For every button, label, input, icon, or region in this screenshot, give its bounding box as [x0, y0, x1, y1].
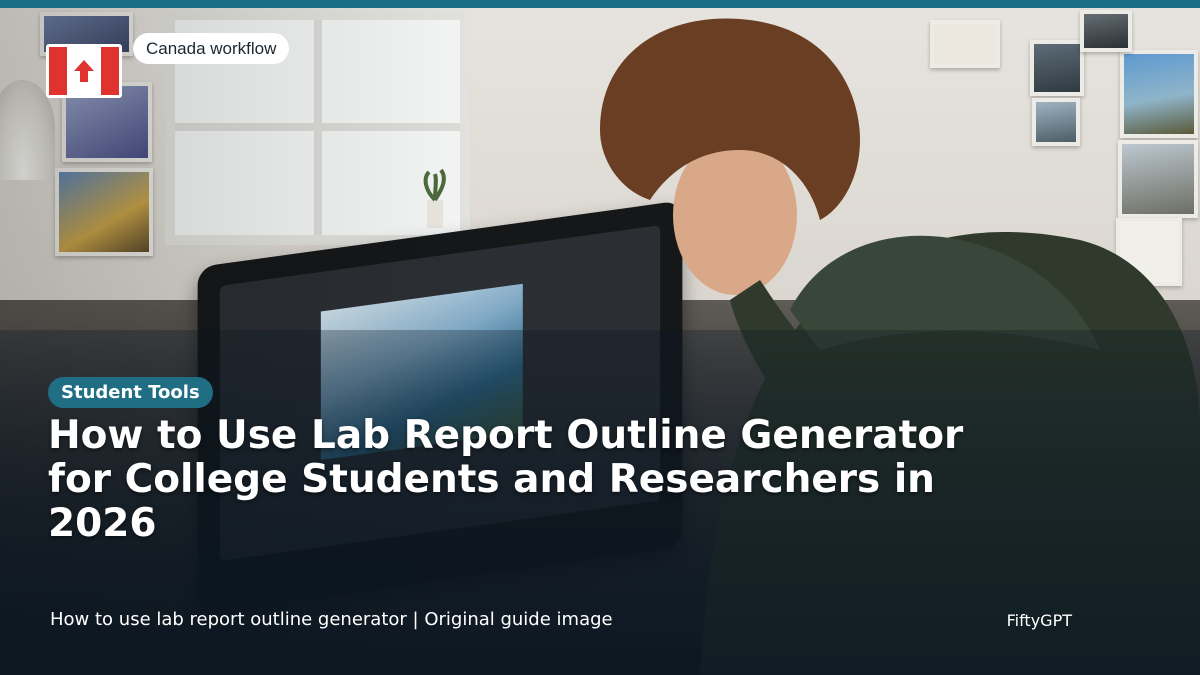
canada-flag-icon: [46, 44, 122, 98]
flag-right-band: [101, 47, 119, 95]
category-badge[interactable]: Student Tools: [48, 377, 213, 408]
brand-name: FiftyGPT: [1006, 611, 1072, 630]
article-title: How to Use Lab Report Outline Generator …: [48, 413, 964, 546]
flag-left-band: [49, 47, 67, 95]
image-caption: How to use lab report outline generator …: [50, 609, 613, 630]
hero-banner: Canada workflow Student Tools How to Use…: [0, 0, 1200, 675]
workflow-badge: Canada workflow: [133, 33, 290, 64]
top-accent-bar: [0, 0, 1200, 8]
up-arrow-icon: [74, 60, 94, 82]
flag-center: [67, 47, 101, 95]
